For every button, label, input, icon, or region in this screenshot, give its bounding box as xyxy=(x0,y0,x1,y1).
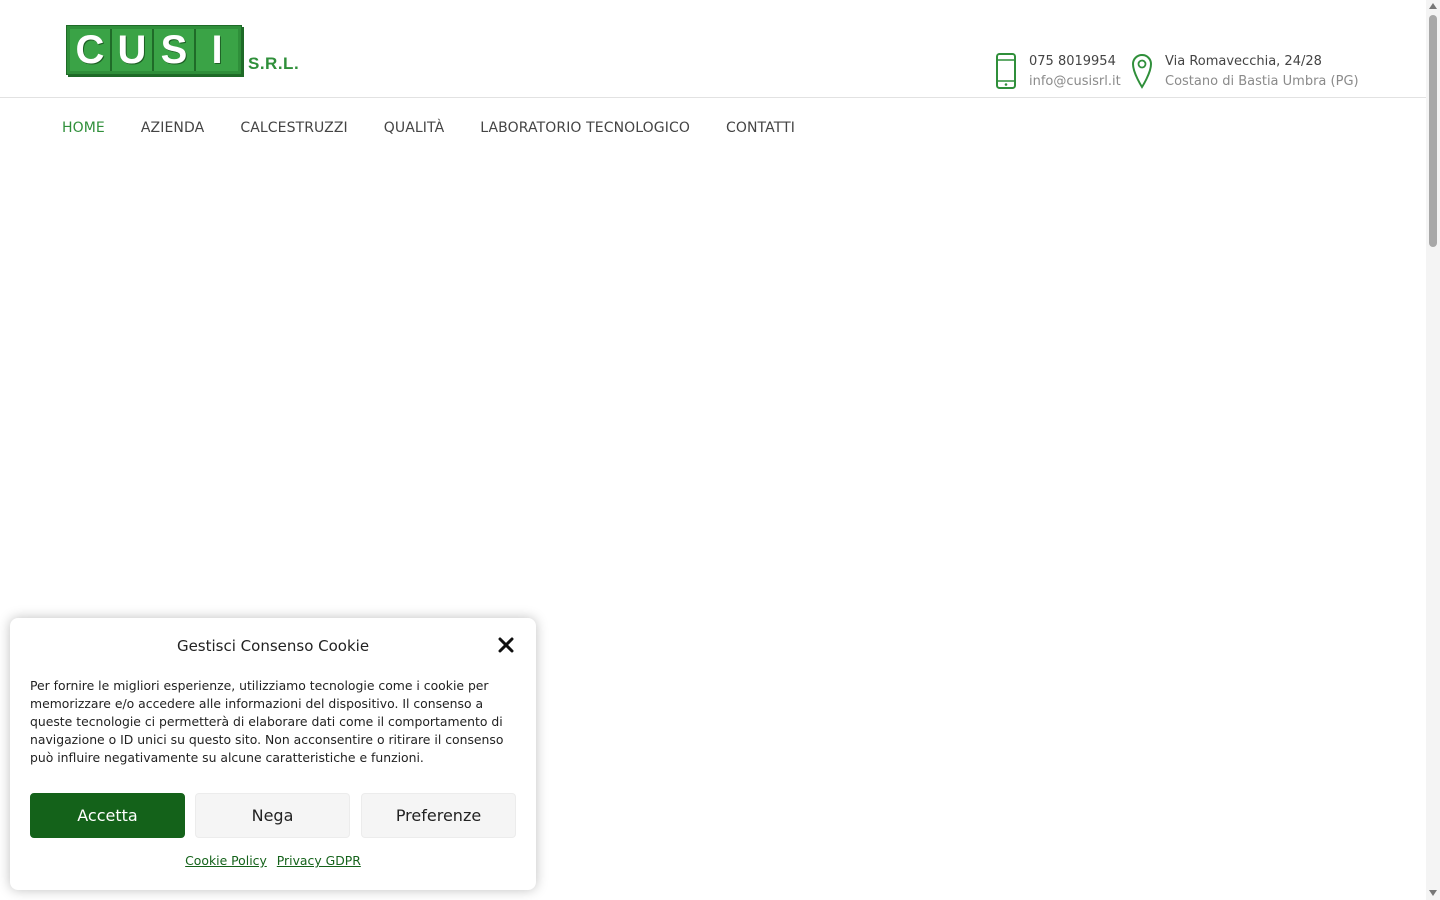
nav-item-laboratorio-tecnologico[interactable]: LABORATORIO TECNOLOGICO xyxy=(480,116,690,140)
cookie-dialog-links: Cookie Policy Privacy GDPR xyxy=(10,852,536,870)
map-pin-icon xyxy=(1131,52,1153,90)
logo-letter: I xyxy=(196,28,238,72)
main-nav: HOME AZIENDA CALCESTRUZZI QUALITÀ LABORA… xyxy=(62,116,795,140)
contact-address: Via Romavecchia, 24/28 Costano di Bastia… xyxy=(1131,52,1359,92)
phone-number[interactable]: 075 8019954 xyxy=(1029,52,1121,72)
page-scrollbar[interactable] xyxy=(1426,0,1440,900)
accept-button[interactable]: Accetta xyxy=(30,793,185,838)
cookie-dialog-title: Gestisci Consenso Cookie xyxy=(176,637,370,655)
site-logo[interactable]: C U S I S.R.L. xyxy=(66,25,299,75)
site-header: C U S I S.R.L. 075 8019954 info@cusisrl.… xyxy=(0,0,1426,98)
preferences-button[interactable]: Preferenze xyxy=(361,793,516,838)
nav-item-contatti[interactable]: CONTATTI xyxy=(726,116,795,140)
nav-item-calcestruzzi[interactable]: CALCESTRUZZI xyxy=(240,116,347,140)
close-icon[interactable] xyxy=(496,635,516,655)
logo-letter: U xyxy=(112,28,154,72)
contact-phone: 075 8019954 info@cusisrl.it xyxy=(995,52,1121,92)
smartphone-icon xyxy=(995,52,1017,90)
privacy-gdpr-link[interactable]: Privacy GDPR xyxy=(277,852,361,870)
logo-letter: S xyxy=(154,28,196,72)
deny-button[interactable]: Nega xyxy=(195,793,350,838)
cookie-policy-link[interactable]: Cookie Policy xyxy=(185,852,267,870)
logo-mark: C U S I xyxy=(66,25,242,75)
cookie-consent-dialog: Gestisci Consenso Cookie Per fornire le … xyxy=(10,618,536,890)
address-street: Via Romavecchia, 24/28 xyxy=(1165,54,1322,69)
nav-item-home[interactable]: HOME xyxy=(62,116,105,140)
cookie-dialog-text: Per fornire le migliori esperienze, util… xyxy=(30,678,504,765)
scroll-thumb[interactable] xyxy=(1429,15,1437,247)
scroll-up-arrow-icon[interactable] xyxy=(1429,3,1437,9)
nav-item-qualita[interactable]: QUALITÀ xyxy=(384,116,445,140)
scroll-down-arrow-icon[interactable] xyxy=(1429,890,1437,896)
logo-letter: C xyxy=(70,28,112,72)
email-address[interactable]: info@cusisrl.it xyxy=(1029,72,1121,92)
nav-item-azienda[interactable]: AZIENDA xyxy=(141,116,204,140)
logo-suffix: S.R.L. xyxy=(248,54,300,73)
address-city: Costano di Bastia Umbra (PG) xyxy=(1165,74,1359,89)
